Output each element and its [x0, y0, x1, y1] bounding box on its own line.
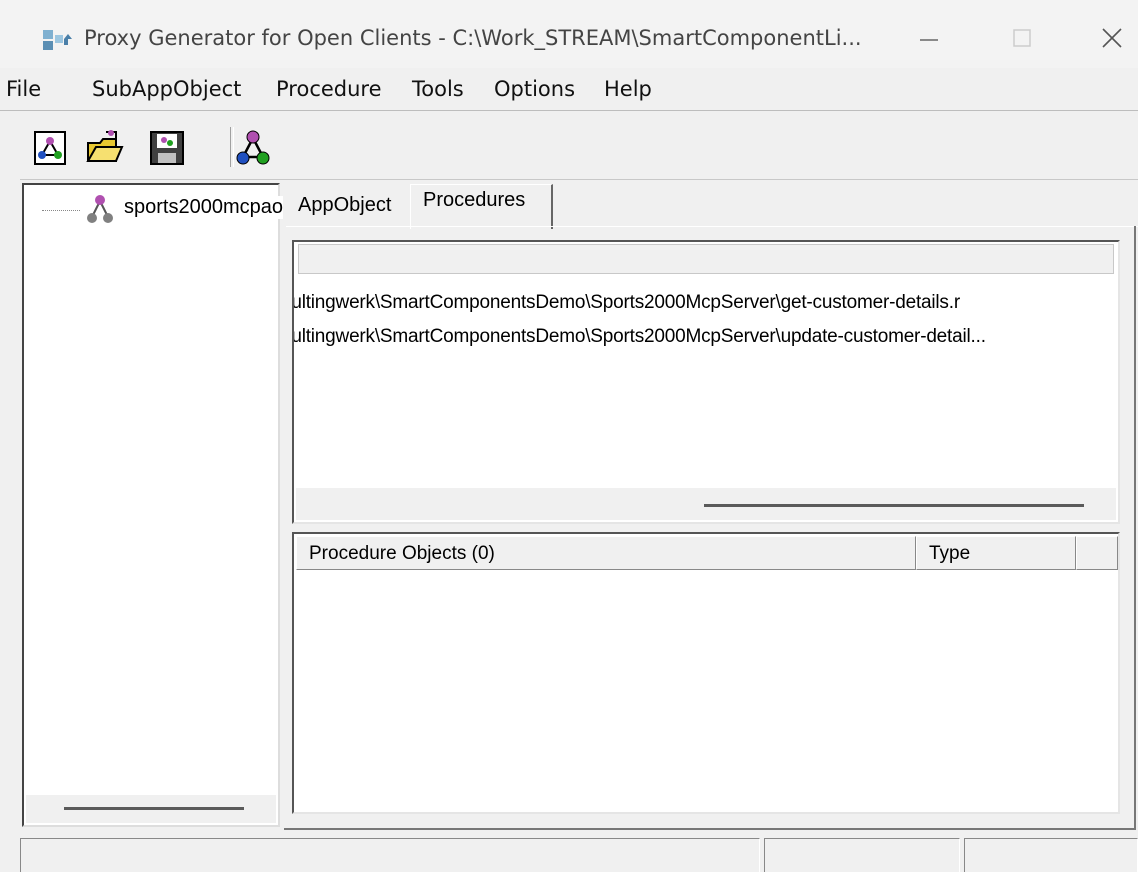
- column-filler: [1076, 536, 1118, 570]
- menu-help[interactable]: Help: [604, 77, 652, 101]
- menu-procedure[interactable]: Procedure: [276, 77, 382, 101]
- tree-connector: [42, 210, 80, 211]
- tree-horizontal-scrollbar[interactable]: [26, 795, 276, 823]
- tab-appobject-label: AppObject: [298, 194, 392, 216]
- toolbar: [20, 113, 1138, 180]
- status-pane-main: [20, 838, 760, 872]
- tab-appobject[interactable]: AppObject: [288, 188, 408, 230]
- menu-file[interactable]: File: [6, 77, 41, 101]
- status-pane-2: [764, 838, 960, 872]
- procedure-list[interactable]: isultingwerk\SmartComponentsDemo\Sports2…: [292, 240, 1120, 524]
- minimize-icon: [920, 39, 938, 41]
- status-bar: [0, 836, 1138, 872]
- column-procedure-objects[interactable]: Procedure Objects (0): [296, 536, 916, 570]
- menu-subappobject[interactable]: SubAppObject: [92, 77, 241, 101]
- menu-tools[interactable]: Tools: [412, 77, 464, 101]
- procedure-list-header: [298, 244, 1114, 274]
- maximize-icon: [1013, 29, 1031, 47]
- tab-procedures[interactable]: Procedures: [410, 184, 553, 229]
- procedure-list-horizontal-scrollbar[interactable]: [296, 488, 1116, 520]
- column-procedure-objects-label: Procedure Objects (0): [309, 543, 495, 564]
- title-bar: Proxy Generator for Open Clients - C:\Wo…: [0, 0, 1138, 76]
- minimize-button[interactable]: [912, 24, 948, 54]
- appobject-tree[interactable]: sports2000mcpao: [22, 183, 283, 827]
- appobject-node-icon: [87, 195, 113, 223]
- procedure-objects-list[interactable]: Procedure Objects (0) Type: [292, 532, 1120, 814]
- window-title: Proxy Generator for Open Clients - C:\Wo…: [84, 26, 862, 50]
- menu-bar: File SubAppObject Procedure Tools Option…: [0, 68, 1138, 111]
- procedure-list-scroll-thumb[interactable]: [704, 504, 1084, 507]
- column-type-label: Type: [929, 543, 971, 564]
- close-button[interactable]: [1094, 24, 1130, 54]
- save-floppy-icon[interactable]: [148, 129, 186, 167]
- new-project-icon[interactable]: [32, 129, 70, 167]
- maximize-button[interactable]: [1004, 24, 1040, 54]
- tab-procedures-label: Procedures: [423, 189, 526, 211]
- tree-scroll-thumb[interactable]: [64, 807, 244, 810]
- close-icon: [1102, 28, 1122, 48]
- generate-proxy-icon[interactable]: [234, 129, 272, 167]
- list-item[interactable]: isultingwerk\SmartComponentsDemo\Sports2…: [294, 292, 960, 314]
- list-item[interactable]: isultingwerk\SmartComponentsDemo\Sports2…: [294, 326, 986, 348]
- column-type[interactable]: Type: [916, 536, 1076, 570]
- procedure-objects-header: Procedure Objects (0) Type: [296, 536, 1118, 570]
- tree-node-label[interactable]: sports2000mcpao: [124, 196, 283, 219]
- status-pane-3: [964, 838, 1138, 872]
- open-folder-icon[interactable]: [86, 129, 124, 167]
- menu-options[interactable]: Options: [494, 77, 575, 101]
- proxy-generator-app-icon: [43, 30, 72, 50]
